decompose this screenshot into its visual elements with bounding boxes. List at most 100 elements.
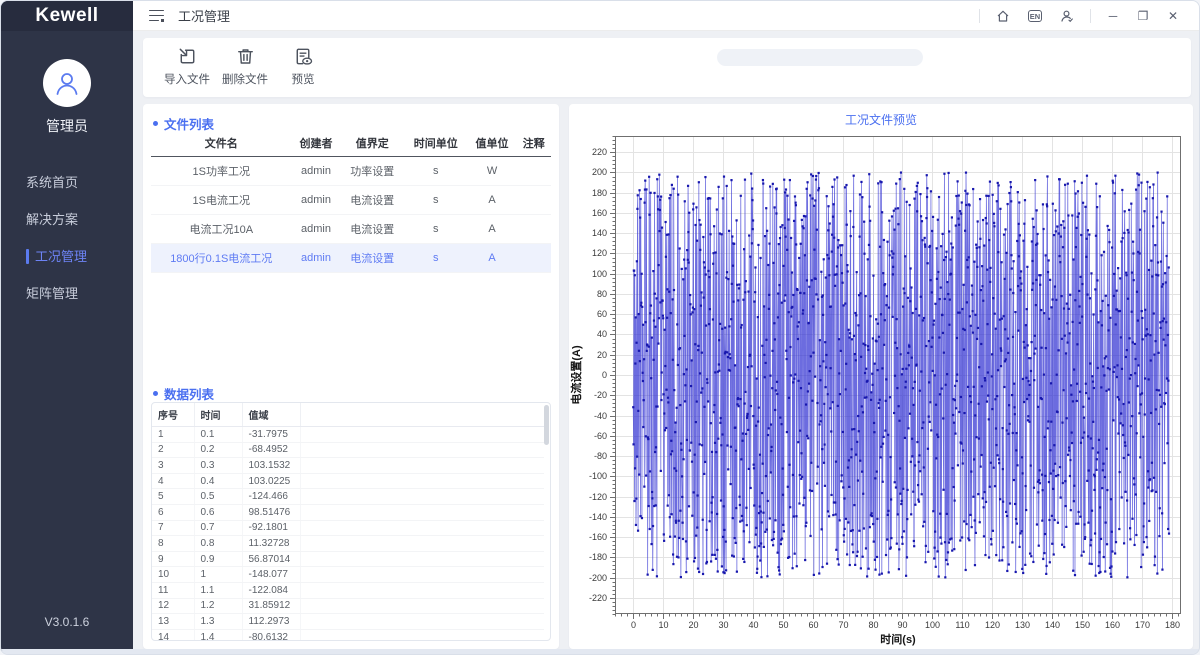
toolbar: 导入文件 删除文件 预览 [143, 38, 1191, 97]
cell: 103.1532 [242, 458, 300, 474]
language-en-icon[interactable]: EN [1026, 7, 1044, 25]
cell: -122.084 [242, 582, 300, 598]
preview-button[interactable]: 预览 [277, 45, 329, 87]
cell: 11.32728 [242, 536, 300, 552]
cell: 1 [194, 567, 242, 583]
cell [300, 427, 544, 443]
cell: 电流工况10A [151, 215, 291, 244]
app-window: Kewell 管理员 系统首页 解决方案 工况管理 矩阵管理 V3.0.1.6 … [0, 0, 1200, 655]
maximize-button[interactable]: ❐ [1135, 9, 1151, 23]
cell: 6 [152, 504, 194, 520]
column-header [300, 403, 544, 427]
cell: 电流设置 [340, 215, 404, 244]
cell [300, 536, 544, 552]
cell: A [468, 244, 517, 273]
cell [300, 520, 544, 536]
cell: admin [291, 215, 340, 244]
data-row[interactable]: 141.4-80.6132 [152, 629, 544, 641]
data-row[interactable]: 121.231.85912 [152, 598, 544, 614]
column-header: 时间 [194, 403, 242, 427]
person-icon [52, 68, 82, 98]
data-table-header: 序号时间值域 [152, 403, 544, 427]
file-row[interactable]: 1800行0.1S电流工况admin电流设置sA [151, 244, 551, 273]
file-table: 文件名创建者值界定时间单位值单位注释 1S功率工况admin功率设置sW1S电流… [151, 130, 551, 273]
data-row[interactable]: 50.5-124.466 [152, 489, 544, 505]
sidebar-item-home[interactable]: 系统首页 [1, 164, 133, 201]
sidebar-item-condition-mgmt[interactable]: 工况管理 [1, 238, 133, 275]
cell [300, 489, 544, 505]
cell: 2 [152, 442, 194, 458]
data-row[interactable]: 111.1-122.084 [152, 582, 544, 598]
data-row[interactable]: 80.811.32728 [152, 536, 544, 552]
condition-preview-chart [569, 126, 1193, 646]
cell: -92.1801 [242, 520, 300, 536]
sidebar-item-label: 系统首页 [26, 175, 78, 190]
data-row[interactable]: 131.3112.2973 [152, 614, 544, 630]
tool-label: 删除文件 [222, 71, 268, 87]
cell: 10 [152, 567, 194, 583]
data-row[interactable]: 10.1-31.7975 [152, 427, 544, 443]
close-button[interactable]: ✕ [1165, 9, 1181, 23]
file-row[interactable]: 电流工况10Aadmin电流设置sA [151, 215, 551, 244]
cell: 98.51476 [242, 504, 300, 520]
cell [300, 473, 544, 489]
file-row[interactable]: 1S电流工况admin电流设置sA [151, 186, 551, 215]
cell: 112.2973 [242, 614, 300, 630]
cell [300, 629, 544, 641]
cell: 31.85912 [242, 598, 300, 614]
cell: -80.6132 [242, 629, 300, 641]
data-row[interactable]: 30.3103.1532 [152, 458, 544, 474]
home-icon[interactable] [994, 7, 1012, 25]
column-header: 文件名 [151, 130, 291, 157]
cell: 9 [152, 551, 194, 567]
cell: s [404, 157, 468, 186]
cell: 1.2 [194, 598, 242, 614]
delete-file-icon [234, 45, 257, 68]
cell: 103.0225 [242, 473, 300, 489]
delete-file-button[interactable]: 删除文件 [219, 45, 271, 87]
section-label: 数据列表 [164, 384, 214, 403]
data-row[interactable]: 90.956.87014 [152, 551, 544, 567]
sidebar-item-matrix-mgmt[interactable]: 矩阵管理 [1, 275, 133, 312]
cell: s [404, 186, 468, 215]
cell [300, 582, 544, 598]
data-table-body: 10.1-31.797520.2-68.495230.3103.153240.4… [152, 427, 544, 642]
cell: 3 [152, 458, 194, 474]
data-row[interactable]: 20.2-68.4952 [152, 442, 544, 458]
minimize-button[interactable]: ─ [1105, 9, 1121, 23]
import-file-button[interactable]: 导入文件 [161, 45, 213, 87]
column-header: 时间单位 [404, 130, 468, 157]
data-row[interactable]: 60.698.51476 [152, 504, 544, 520]
user-icon[interactable] [1058, 7, 1076, 25]
file-row[interactable]: 1S功率工况admin功率设置sW [151, 157, 551, 186]
cell [300, 551, 544, 567]
column-header: 值单位 [468, 130, 517, 157]
cell [517, 244, 551, 273]
topbar-actions: EN ─ ❐ ✕ [979, 7, 1199, 25]
cell: -148.077 [242, 567, 300, 583]
cell [300, 458, 544, 474]
cell: 0.8 [194, 536, 242, 552]
cell: s [404, 215, 468, 244]
sidebar-item-label: 矩阵管理 [26, 286, 78, 301]
data-table-container: 序号时间值域 10.1-31.797520.2-68.495230.3103.1… [151, 402, 551, 641]
bullet-icon [153, 121, 158, 126]
menu-icon[interactable] [149, 10, 165, 22]
cell: s [404, 244, 468, 273]
cell: 1S功率工况 [151, 157, 291, 186]
data-row[interactable]: 40.4103.0225 [152, 473, 544, 489]
data-row[interactable]: 101-148.077 [152, 567, 544, 583]
cell: 1.4 [194, 629, 242, 641]
data-row[interactable]: 70.7-92.1801 [152, 520, 544, 536]
sidebar-item-solutions[interactable]: 解决方案 [1, 201, 133, 238]
cell: 7 [152, 520, 194, 536]
topbar: 工况管理 EN ─ ❐ ✕ [133, 1, 1199, 31]
scrollbar-thumb[interactable] [544, 405, 549, 445]
bullet-icon [153, 391, 158, 396]
file-table-header: 文件名创建者值界定时间单位值单位注释 [151, 130, 551, 157]
cell: 1800行0.1S电流工况 [151, 244, 291, 273]
cell: admin [291, 157, 340, 186]
preview-icon [292, 45, 315, 68]
chart-panel: 工况文件预览 [569, 104, 1193, 649]
page-title: 工况管理 [178, 6, 230, 25]
